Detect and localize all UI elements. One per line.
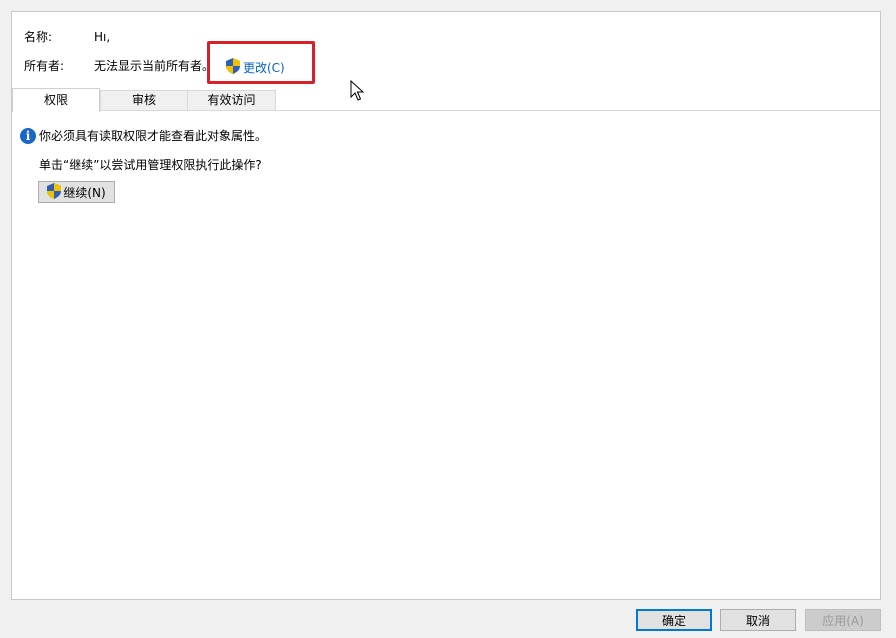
uac-shield-icon xyxy=(226,58,243,78)
info-row: i 你必须具有读取权限才能查看此对象属性。 xyxy=(20,127,267,144)
owner-label: 所有者: xyxy=(24,59,65,73)
continue-button[interactable]: 继续(N) xyxy=(38,181,115,203)
tab-divider xyxy=(12,110,880,111)
continue-button-label: 继续(N) xyxy=(63,185,106,200)
mouse-cursor-icon xyxy=(350,80,365,101)
name-label: 名称: xyxy=(24,30,53,44)
info-message: 你必须具有读取权限才能查看此对象属性。 xyxy=(39,129,268,143)
cancel-button[interactable]: 取消 xyxy=(720,609,796,631)
tab-effective-access[interactable]: 有效访问 xyxy=(187,90,276,110)
info-icon: i xyxy=(20,127,36,144)
name-value: Hı, xyxy=(94,30,111,44)
ok-button[interactable]: 确定 xyxy=(636,609,712,631)
tab-auditing[interactable]: 审核 xyxy=(100,90,188,110)
uac-shield-icon xyxy=(47,182,63,202)
continue-prompt: 单击“继续”以尝试用管理权限执行此操作? xyxy=(39,158,262,172)
apply-button[interactable]: 应用(A) xyxy=(805,609,881,631)
tab-permissions[interactable]: 权限 xyxy=(12,88,100,112)
change-owner-link[interactable]: 更改(C) xyxy=(226,58,285,78)
owner-value: 无法显示当前所有者。 xyxy=(94,59,215,73)
change-owner-label: 更改(C) xyxy=(243,61,285,75)
